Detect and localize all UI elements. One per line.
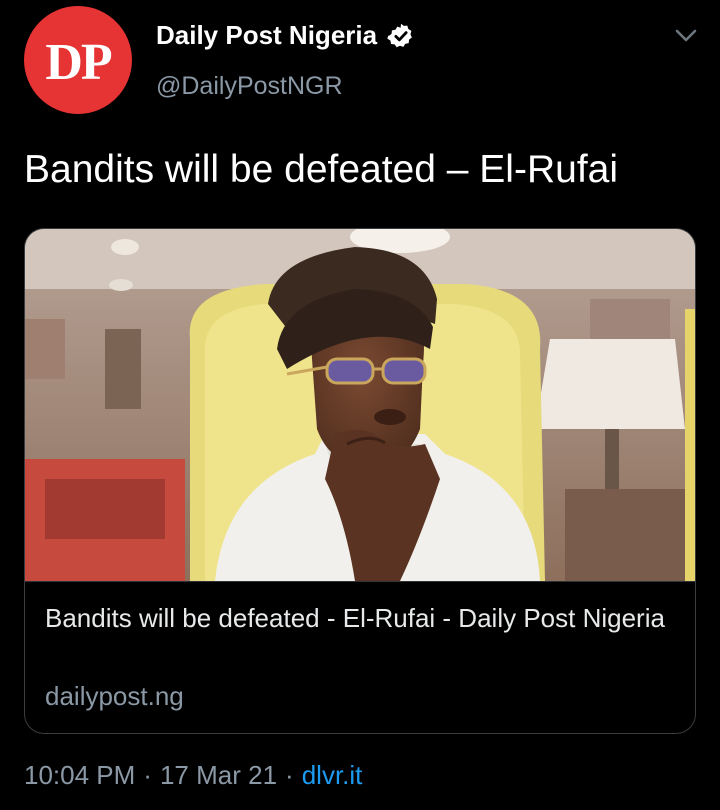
- tweet-time[interactable]: 10:04 PM: [24, 760, 135, 791]
- author-name-row: Daily Post Nigeria: [156, 20, 415, 51]
- card-domain: dailypost.ng: [45, 681, 184, 711]
- display-name[interactable]: Daily Post Nigeria: [156, 20, 377, 51]
- tweet-date[interactable]: 17 Mar 21: [160, 760, 277, 791]
- account-handle[interactable]: @DailyPostNGR: [156, 72, 343, 101]
- source-link[interactable]: dlvr.it: [302, 760, 363, 791]
- chevron-down-icon[interactable]: [670, 24, 702, 48]
- card-title: Bandits will be defeated - El-Rufai - Da…: [45, 603, 665, 633]
- tweet-meta: 10:04 PM · 17 Mar 21 · dlvr.it: [24, 760, 362, 791]
- card-photo: [25, 229, 695, 581]
- tweet-text: Bandits will be defeated – El-Rufai: [24, 148, 619, 191]
- verified-badge-icon: [387, 22, 415, 50]
- meta-separator: ·: [143, 760, 152, 790]
- card-divider: [25, 581, 695, 582]
- link-preview-card[interactable]: Bandits will be defeated - El-Rufai - Da…: [24, 228, 696, 734]
- avatar[interactable]: DP: [24, 6, 132, 114]
- avatar-logo-text: DP: [45, 33, 112, 91]
- meta-separator: ·: [285, 760, 294, 790]
